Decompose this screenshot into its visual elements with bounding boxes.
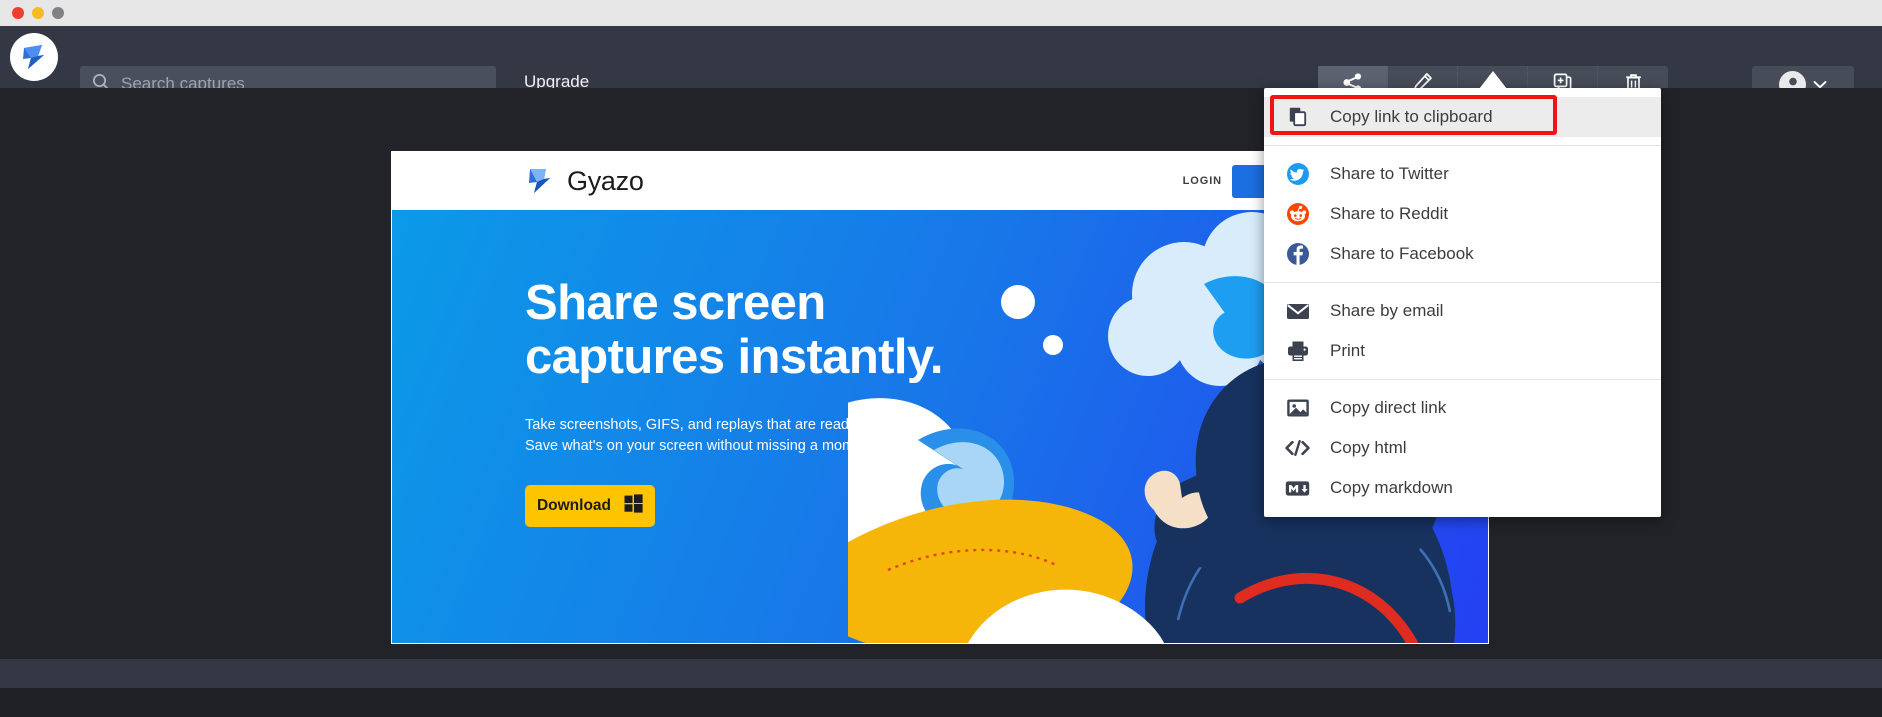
captured-brand: Gyazo <box>524 165 644 197</box>
windows-logo-icon <box>624 494 643 518</box>
window-close-button[interactable] <box>12 7 24 19</box>
menu-item-share-by-email[interactable]: Share by email <box>1264 291 1661 331</box>
viewer-footer-bar <box>0 659 1882 688</box>
menu-item-copy-direct-link[interactable]: Copy direct link <box>1264 388 1661 428</box>
reddit-icon <box>1285 202 1310 226</box>
menu-item-copy-html[interactable]: Copy html <box>1264 428 1661 468</box>
gyazo-mark-icon <box>524 165 556 197</box>
captured-download-label: Download <box>536 496 612 514</box>
menu-item-label: Share to Reddit <box>1330 204 1449 223</box>
twitter-icon <box>1285 162 1310 186</box>
menu-item-print[interactable]: Print <box>1264 331 1661 371</box>
menu-divider-1 <box>1264 145 1661 146</box>
window-minimize-button[interactable] <box>32 7 44 19</box>
captured-hero-subheading: Take screenshots, GIFS, and replays that… <box>525 416 917 455</box>
menu-item-label: Print <box>1330 341 1365 360</box>
printer-icon <box>1285 340 1310 362</box>
envelope-icon <box>1285 301 1310 321</box>
menu-item-label: Share to Twitter <box>1330 164 1449 183</box>
menu-item-label: Copy html <box>1330 438 1407 457</box>
captured-login-link[interactable]: LOGIN <box>1183 175 1222 187</box>
code-icon <box>1285 439 1310 457</box>
menu-item-label: Copy direct link <box>1330 398 1447 417</box>
captured-hero-text: Share screen captures instantly. Take sc… <box>525 276 944 527</box>
menu-item-label: Share to Facebook <box>1330 244 1474 263</box>
menu-item-copy-markdown[interactable]: Copy markdown <box>1264 468 1661 508</box>
menu-divider-2 <box>1264 282 1661 283</box>
app-toolbar: Upgrade <box>0 26 1882 103</box>
copy-pages-icon <box>1285 106 1310 128</box>
captured-download-button[interactable]: Download <box>525 484 655 527</box>
menu-divider-3 <box>1264 379 1661 380</box>
menu-item-label: Copy markdown <box>1330 478 1453 497</box>
menu-item-share-to-reddit[interactable]: Share to Reddit <box>1264 194 1661 234</box>
captured-hero-heading: Share screen captures instantly. <box>525 276 944 385</box>
share-menu: Copy link to clipboard Share to Twitter <box>1264 88 1661 517</box>
markdown-icon <box>1285 480 1310 497</box>
image-icon <box>1285 398 1310 418</box>
facebook-icon <box>1285 242 1310 266</box>
share-menu-caret <box>1479 71 1507 89</box>
menu-item-label: Copy link to clipboard <box>1330 107 1493 126</box>
menu-item-label: Share by email <box>1330 301 1444 320</box>
captured-brand-name: Gyazo <box>567 165 644 196</box>
window-zoom-button[interactable] <box>52 7 64 19</box>
menu-item-share-to-facebook[interactable]: Share to Facebook <box>1264 234 1661 274</box>
gyazo-logo-icon[interactable] <box>10 33 58 81</box>
menu-item-share-to-twitter[interactable]: Share to Twitter <box>1264 154 1661 194</box>
window-titlebar <box>0 0 1882 26</box>
menu-item-copy-link-to-clipboard[interactable]: Copy link to clipboard <box>1264 97 1661 137</box>
